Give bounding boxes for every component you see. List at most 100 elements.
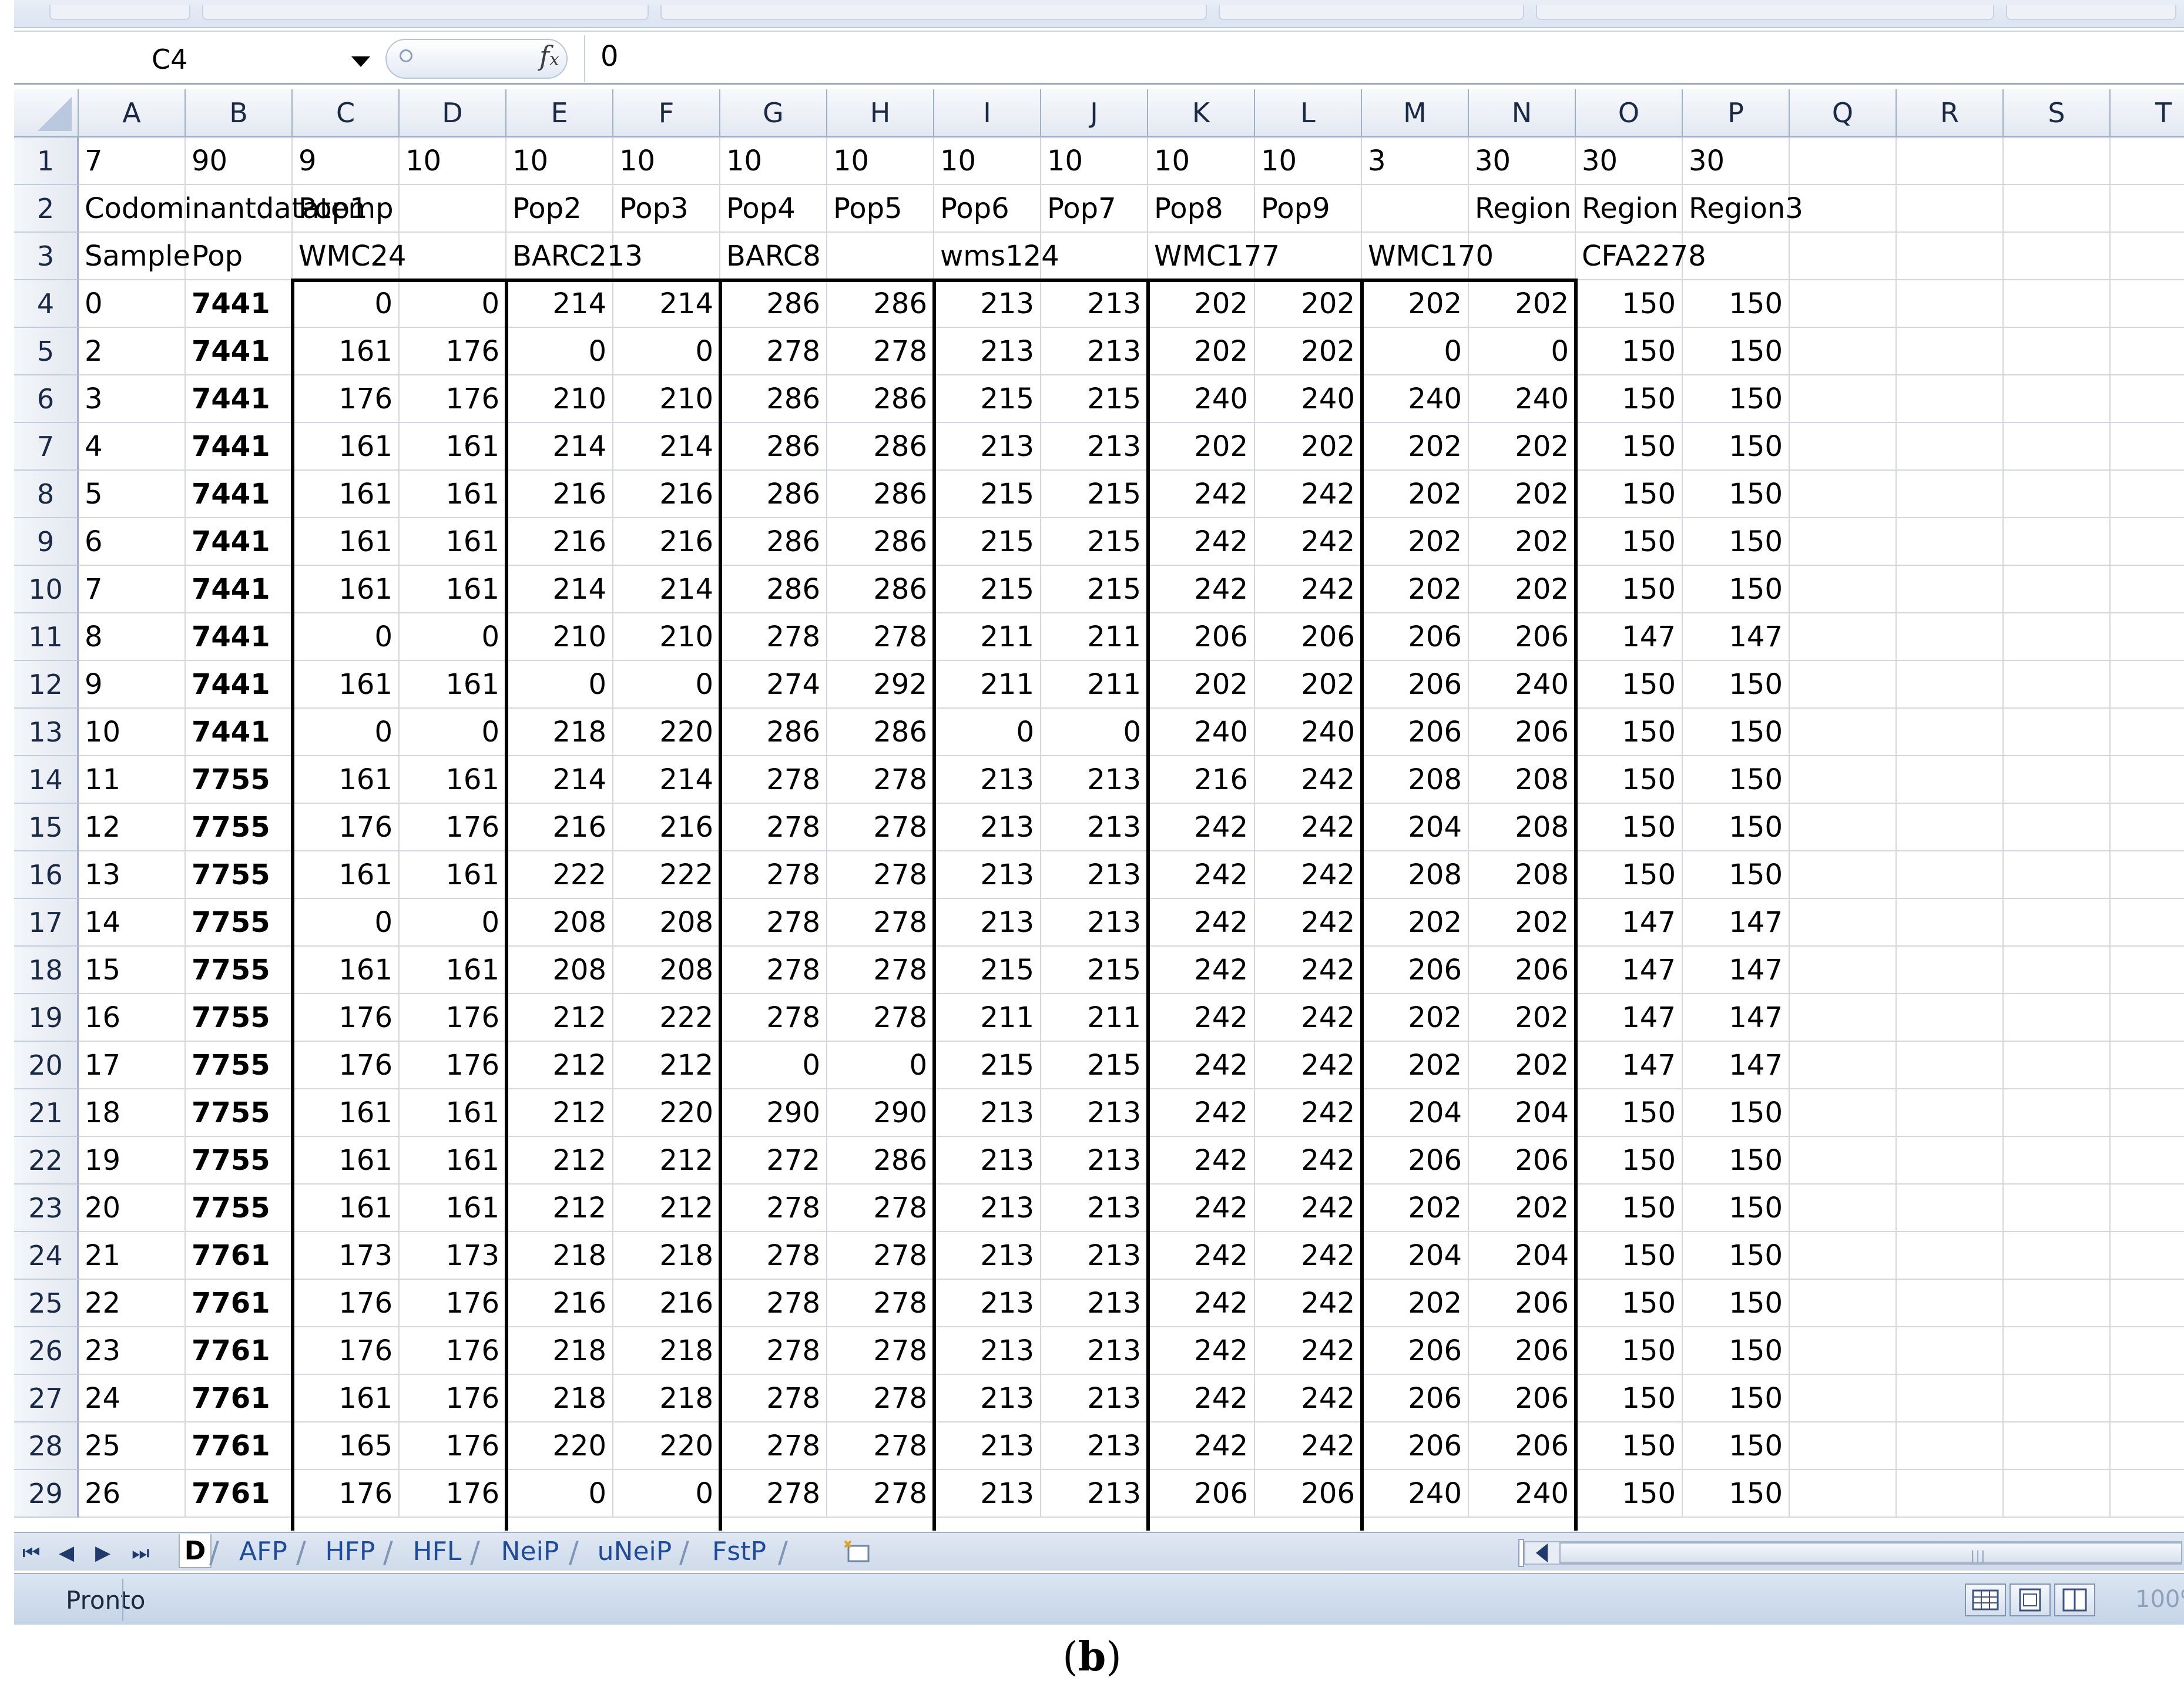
cell-k13[interactable]: 240	[1148, 709, 1255, 756]
cell-n12[interactable]: 240	[1469, 661, 1576, 709]
cell-l20[interactable]: 242	[1255, 1042, 1362, 1089]
cell-k29[interactable]: 206	[1148, 1470, 1255, 1518]
cell-h29[interactable]: 278	[827, 1470, 934, 1518]
cell-j1[interactable]: 10	[1041, 137, 1148, 185]
cell-c10[interactable]: 161	[293, 566, 400, 613]
cell-p8[interactable]: 150	[1683, 471, 1790, 518]
row-header[interactable]: 10	[14, 566, 79, 613]
cell-s28[interactable]	[2004, 1422, 2111, 1470]
cell-a26[interactable]: 23	[79, 1327, 186, 1375]
name-box[interactable]: C4	[14, 35, 373, 82]
cell-q12[interactable]	[1790, 661, 1897, 709]
row-header[interactable]: 11	[14, 613, 79, 661]
cell-b13[interactable]: 7441	[186, 709, 293, 756]
cell-n19[interactable]: 202	[1469, 994, 1576, 1042]
cell-t12[interactable]	[2111, 661, 2184, 709]
cell-e26[interactable]: 218	[506, 1327, 613, 1375]
cell-n20[interactable]: 202	[1469, 1042, 1576, 1089]
cell-l12[interactable]: 202	[1255, 661, 1362, 709]
cell-s5[interactable]	[2004, 328, 2111, 375]
cell-c6[interactable]: 176	[293, 375, 400, 423]
cell-m8[interactable]: 202	[1362, 471, 1469, 518]
cell-s22[interactable]	[2004, 1137, 2111, 1185]
cell-m1[interactable]: 3	[1362, 137, 1469, 185]
cell-n5[interactable]: 0	[1469, 328, 1576, 375]
cell-i12[interactable]: 211	[934, 661, 1041, 709]
cell-e29[interactable]: 0	[506, 1470, 613, 1518]
cell-d26[interactable]: 176	[400, 1327, 506, 1375]
column-header-k[interactable]: K	[1148, 89, 1255, 137]
cell-h6[interactable]: 286	[827, 375, 934, 423]
cell-p24[interactable]: 150	[1683, 1232, 1790, 1280]
cell-h20[interactable]: 0	[827, 1042, 934, 1089]
cell-d28[interactable]: 176	[400, 1422, 506, 1470]
cell-t25[interactable]	[2111, 1280, 2184, 1327]
cell-i13[interactable]: 0	[934, 709, 1041, 756]
cell-o20[interactable]: 147	[1576, 1042, 1683, 1089]
row-header[interactable]: 1	[14, 137, 79, 185]
cell-f20[interactable]: 212	[613, 1042, 720, 1089]
cell-f16[interactable]: 222	[613, 851, 720, 899]
cell-n27[interactable]: 206	[1469, 1375, 1576, 1422]
cell-k19[interactable]: 242	[1148, 994, 1255, 1042]
cell-k21[interactable]: 242	[1148, 1089, 1255, 1137]
cell-h24[interactable]: 278	[827, 1232, 934, 1280]
cell-b17[interactable]: 7755	[186, 899, 293, 947]
cell-k2[interactable]: Pop8	[1148, 185, 1255, 233]
cell-q6[interactable]	[1790, 375, 1897, 423]
cell-n13[interactable]: 206	[1469, 709, 1576, 756]
cell-q29[interactable]	[1790, 1470, 1897, 1518]
page-break-view-icon[interactable]	[2054, 1583, 2095, 1616]
cell-d20[interactable]: 176	[400, 1042, 506, 1089]
cell-c19[interactable]: 176	[293, 994, 400, 1042]
cell-e24[interactable]: 218	[506, 1232, 613, 1280]
cell-f14[interactable]: 214	[613, 756, 720, 804]
cell-a1[interactable]: 7	[79, 137, 186, 185]
cell-c23[interactable]: 161	[293, 1185, 400, 1232]
cell-f4[interactable]: 214	[613, 280, 720, 328]
cell-j14[interactable]: 213	[1041, 756, 1148, 804]
cell-o8[interactable]: 150	[1576, 471, 1683, 518]
cell-o21[interactable]: 150	[1576, 1089, 1683, 1137]
cell-b16[interactable]: 7755	[186, 851, 293, 899]
cell-c5[interactable]: 161	[293, 328, 400, 375]
cell-o28[interactable]: 150	[1576, 1422, 1683, 1470]
cell-f26[interactable]: 218	[613, 1327, 720, 1375]
cell-j26[interactable]: 213	[1041, 1327, 1148, 1375]
cell-h25[interactable]: 278	[827, 1280, 934, 1327]
cell-m9[interactable]: 202	[1362, 518, 1469, 566]
cell-b5[interactable]: 7441	[186, 328, 293, 375]
cell-h9[interactable]: 286	[827, 518, 934, 566]
cell-q7[interactable]	[1790, 423, 1897, 471]
cell-d12[interactable]: 161	[400, 661, 506, 709]
cell-l3[interactable]	[1255, 233, 1362, 280]
cell-t21[interactable]	[2111, 1089, 2184, 1137]
cell-r7[interactable]	[1897, 423, 2004, 471]
column-header-h[interactable]: H	[827, 89, 934, 137]
cell-d29[interactable]: 176	[400, 1470, 506, 1518]
cell-i24[interactable]: 213	[934, 1232, 1041, 1280]
cell-t24[interactable]	[2111, 1232, 2184, 1280]
cell-r18[interactable]	[1897, 947, 2004, 994]
cell-c4[interactable]: 0	[293, 280, 400, 328]
cell-n28[interactable]: 206	[1469, 1422, 1576, 1470]
cell-m22[interactable]: 206	[1362, 1137, 1469, 1185]
cell-j8[interactable]: 215	[1041, 471, 1148, 518]
cell-p27[interactable]: 150	[1683, 1375, 1790, 1422]
cell-b23[interactable]: 7755	[186, 1185, 293, 1232]
cell-g16[interactable]: 278	[720, 851, 827, 899]
row-header[interactable]: 13	[14, 709, 79, 756]
cell-k17[interactable]: 242	[1148, 899, 1255, 947]
cell-b6[interactable]: 7441	[186, 375, 293, 423]
cell-l14[interactable]: 242	[1255, 756, 1362, 804]
cell-e10[interactable]: 214	[506, 566, 613, 613]
cell-m2[interactable]	[1362, 185, 1469, 233]
cell-g5[interactable]: 278	[720, 328, 827, 375]
cell-e17[interactable]: 208	[506, 899, 613, 947]
cell-m18[interactable]: 206	[1362, 947, 1469, 994]
row-header[interactable]: 25	[14, 1280, 79, 1327]
cell-b12[interactable]: 7441	[186, 661, 293, 709]
cell-q26[interactable]	[1790, 1327, 1897, 1375]
column-header-i[interactable]: I	[934, 89, 1041, 137]
row-header[interactable]: 6	[14, 375, 79, 423]
